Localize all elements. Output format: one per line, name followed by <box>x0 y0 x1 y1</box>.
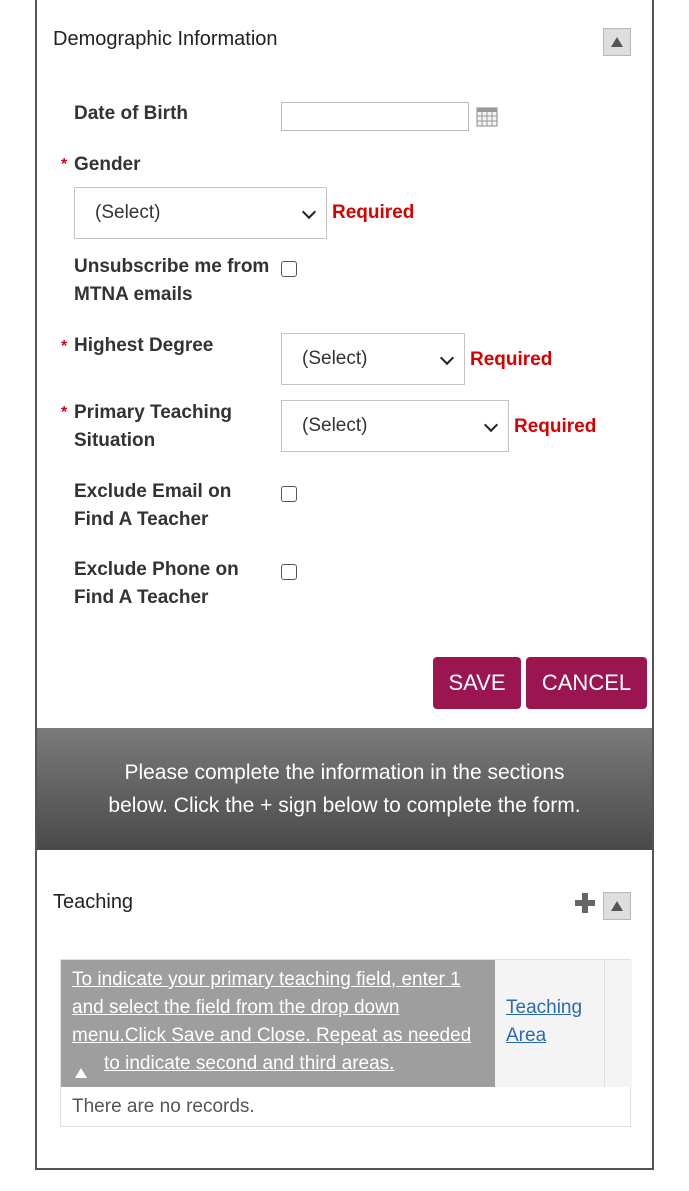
teaching-required-text: Required <box>514 416 597 437</box>
teaching-situation-line2: Situation <box>74 430 156 451</box>
collapse-teaching-button[interactable] <box>603 892 631 920</box>
empty-table-message: There are no records. <box>72 1096 255 1117</box>
collapse-demographic-button[interactable] <box>603 28 631 56</box>
exclude-email-checkbox[interactable] <box>281 486 297 502</box>
calendar-icon[interactable] <box>476 107 498 127</box>
section-title-demographic: Demographic Information <box>53 28 278 50</box>
exclude-email-line2: Find A Teacher <box>74 509 209 530</box>
plus-icon[interactable] <box>574 892 596 914</box>
required-star: * <box>61 156 68 173</box>
teaching-area-line2: Area <box>506 1025 547 1046</box>
banner-line1: Please complete the information in the s… <box>124 761 565 784</box>
triangle-up-icon <box>611 37 623 47</box>
teaching-table: To indicate your primary teaching field,… <box>60 959 632 1127</box>
degree-label: Highest Degree <box>74 335 214 356</box>
exclude-phone-line1: Exclude Phone on <box>74 559 239 580</box>
gender-select-value: (Select) <box>95 202 161 223</box>
unsubscribe-label: Unsubscribe me from MTNA emails <box>74 253 269 309</box>
table-header-instructions[interactable]: To indicate your primary teaching field,… <box>61 960 495 1087</box>
degree-select-value: (Select) <box>302 348 368 369</box>
banner-line2: below. Click the + sign below to complet… <box>108 794 581 817</box>
degree-required-text: Required <box>470 349 553 370</box>
header-line-2: and select the field from the drop down <box>72 997 400 1018</box>
teaching-situation-value: (Select) <box>302 415 368 436</box>
dob-label: Date of Birth <box>74 103 188 124</box>
required-star: * <box>61 404 68 421</box>
gender-select[interactable]: (Select) <box>74 187 327 239</box>
instruction-banner: Please complete the information in the s… <box>37 728 652 850</box>
header-line-4: to indicate second and third areas. <box>104 1053 395 1074</box>
exclude-phone-line2: Find A Teacher <box>74 587 209 608</box>
chevron-down-icon <box>301 204 317 220</box>
exclude-email-label: Exclude Email on Find A Teacher <box>74 478 231 534</box>
chevron-down-icon <box>439 350 455 366</box>
table-header-blank <box>605 960 632 1087</box>
gender-label: Gender <box>74 154 141 175</box>
unsubscribe-label-line2: MTNA emails <box>74 284 193 305</box>
exclude-phone-label: Exclude Phone on Find A Teacher <box>74 556 239 612</box>
chevron-down-icon <box>483 417 499 433</box>
triangle-up-icon <box>611 901 623 911</box>
teaching-situation-select[interactable]: (Select) <box>281 400 509 452</box>
degree-select[interactable]: (Select) <box>281 333 465 385</box>
gender-required-text: Required <box>332 202 415 223</box>
section-title-teaching: Teaching <box>53 891 134 913</box>
teaching-situation-line1: Primary Teaching <box>74 402 233 423</box>
unsubscribe-label-line1: Unsubscribe me from <box>74 256 270 277</box>
table-header-teaching-area[interactable]: Teaching Area <box>495 960 605 1087</box>
dob-input[interactable] <box>281 102 469 131</box>
save-button[interactable]: SAVE <box>433 657 521 709</box>
exclude-phone-checkbox[interactable] <box>281 564 297 580</box>
cancel-button[interactable]: CANCEL <box>526 657 647 709</box>
header-line-1: To indicate your primary teaching field,… <box>72 969 461 990</box>
form-frame: Demographic Information Date of Birth * … <box>35 0 654 1170</box>
header-line-3: menu.Click Save and Close. Repeat as nee… <box>72 1025 472 1046</box>
teaching-area-line1: Teaching <box>506 997 583 1018</box>
unsubscribe-checkbox[interactable] <box>281 261 297 277</box>
exclude-email-line1: Exclude Email on <box>74 481 232 502</box>
teaching-situation-label: Primary Teaching Situation <box>74 399 232 455</box>
required-star: * <box>61 338 68 355</box>
sort-ascending-icon <box>75 1068 87 1078</box>
